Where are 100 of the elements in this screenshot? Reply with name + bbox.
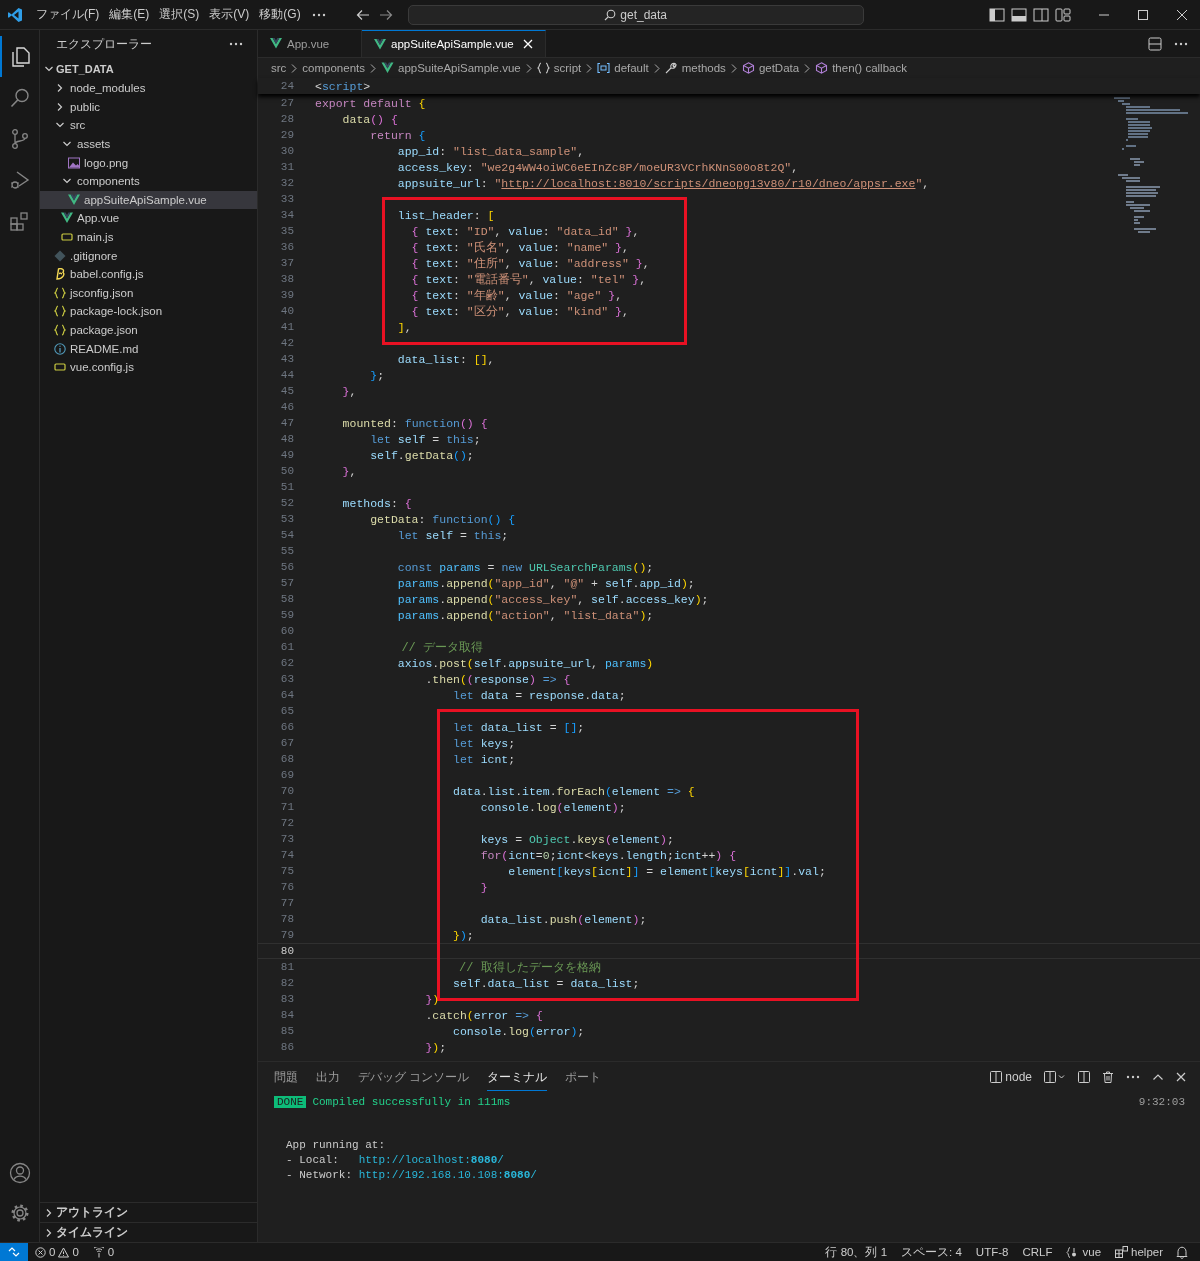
problems-indicator[interactable]: 0 0	[28, 1246, 86, 1258]
file-tree-item[interactable]: App.vue	[40, 209, 257, 228]
code-line: data.list.item.forEach(element => {	[452, 784, 695, 798]
terminal-link[interactable]: http://localhost:8080/	[358, 1153, 504, 1166]
close-icon[interactable]	[1176, 8, 1188, 21]
new-terminal-icon[interactable]	[1044, 1071, 1066, 1083]
code-line: self.data_list = data_list;	[452, 976, 640, 990]
line-number: 44	[279, 369, 294, 381]
back-arrow-icon[interactable]	[355, 8, 370, 21]
panel-tab[interactable]: 問題	[274, 1063, 298, 1091]
menu-item[interactable]: ファイル(F)	[31, 6, 105, 23]
language-mode[interactable]: vue	[1059, 1246, 1109, 1258]
search-field[interactable]: get_data	[407, 4, 864, 25]
more-icon[interactable]	[1126, 1075, 1140, 1079]
file-tree-item[interactable]: README.md	[40, 339, 257, 358]
chevron-icon	[525, 63, 532, 73]
chevron-up-icon[interactable]	[1152, 1073, 1164, 1081]
file-tree-item[interactable]: assets	[40, 134, 257, 154]
remote-icon	[8, 1246, 20, 1258]
close-icon[interactable]	[1176, 1072, 1186, 1082]
line-number: 50	[279, 465, 294, 477]
panel-layout-icon[interactable]	[1011, 7, 1027, 22]
braces-icon	[54, 286, 66, 299]
breadcrumb-item[interactable]: then() callback	[815, 62, 907, 74]
folder-header[interactable]: GET_DATA	[40, 59, 257, 79]
file-tree-item[interactable]: .gitignore	[40, 246, 257, 265]
line-number: 49	[279, 449, 294, 461]
file-tree-item[interactable]: node_modules	[40, 79, 257, 98]
breadcrumb-item[interactable]: components	[302, 62, 365, 74]
cube-icon	[741, 62, 755, 74]
line-number: 79	[279, 929, 294, 941]
file-tree-item[interactable]: public	[40, 97, 257, 117]
menu-item[interactable]: 表示(V)	[204, 6, 255, 23]
line-number: 53	[279, 513, 294, 525]
code-line: .then((response) => {	[424, 672, 571, 686]
more-icon[interactable]	[311, 12, 326, 17]
trash-icon[interactable]	[1102, 1071, 1114, 1083]
code-line: })	[424, 992, 440, 1006]
breadcrumb-item[interactable]: default	[597, 62, 649, 74]
terminal-text: Compiled successfully in 111ms	[312, 1095, 511, 1108]
file-tree-item[interactable]: main.js	[40, 227, 257, 247]
more-icon[interactable]	[1174, 41, 1188, 46]
notification-bell-icon[interactable]	[1176, 1245, 1188, 1259]
breadcrumb-item[interactable]: script	[536, 62, 582, 74]
breadcrumb-item[interactable]: src	[271, 62, 287, 74]
terminal-selector[interactable]: node	[990, 1070, 1032, 1084]
panel-tab[interactable]: ポート	[565, 1063, 602, 1091]
code-line: });	[424, 1040, 447, 1054]
sidebar-section-header[interactable]: アウトライン	[40, 1202, 257, 1222]
maximize-icon[interactable]	[1137, 8, 1149, 21]
breadcrumb-item[interactable]: appSuiteApiSample.vue	[381, 62, 521, 74]
split-layout-icon[interactable]	[1033, 7, 1049, 22]
ports-indicator[interactable]: 0	[85, 1246, 122, 1258]
status-item[interactable]: UTF-8	[968, 1246, 1016, 1258]
code-line: return {	[369, 128, 426, 142]
remote-button[interactable]	[0, 1243, 28, 1261]
line-number: 85	[279, 1025, 294, 1037]
editor-tab[interactable]: appSuiteApiSample.vue	[362, 30, 546, 57]
status-item[interactable]: スペース: 4	[894, 1244, 969, 1260]
panel-tab[interactable]: デバッグ コンソール	[358, 1063, 470, 1091]
file-tree-item[interactable]: logo.png	[40, 153, 257, 172]
file-tree-item[interactable]: package.json	[40, 320, 257, 340]
file-tree-item[interactable]: components	[40, 171, 257, 191]
line-number: 34	[279, 209, 294, 221]
line-number: 39	[279, 289, 294, 301]
terminal-link[interactable]: http://192.168.10.108:8080/	[358, 1168, 537, 1181]
line-number: 55	[279, 545, 294, 557]
line-number: 33	[279, 193, 294, 205]
file-tree-item[interactable]: src	[40, 116, 257, 135]
chevron-icon	[586, 63, 593, 73]
chevron-icon	[291, 63, 298, 73]
file-tree-item[interactable]: package-lock.json	[40, 302, 257, 321]
sidebar-layout-icon[interactable]	[989, 7, 1005, 22]
terminal-time: 9:32:03	[1138, 1095, 1185, 1108]
diamond-icon	[54, 249, 66, 262]
menu-item[interactable]: 選択(S)	[154, 6, 205, 23]
layout-grid-icon[interactable]	[1055, 7, 1071, 22]
split-editor-icon[interactable]	[1148, 36, 1162, 51]
menu-item[interactable]: 編集(E)	[104, 6, 155, 23]
more-icon[interactable]	[229, 42, 243, 46]
forward-arrow-icon[interactable]	[378, 8, 393, 21]
file-tree-item[interactable]: vue.config.js	[40, 357, 257, 377]
file-tree-item[interactable]: jsconfig.json	[40, 283, 257, 303]
menu-item[interactable]: 移動(G)	[254, 6, 306, 23]
file-tree-item[interactable]: babel.config.js	[40, 264, 257, 284]
line-number: 37	[279, 257, 294, 269]
account-icon[interactable]	[8, 1162, 31, 1184]
variable-icon	[597, 62, 611, 74]
split-terminal-icon[interactable]	[1078, 1071, 1090, 1083]
status-item[interactable]: 行 80、列 1	[818, 1244, 895, 1260]
terminal-text: - Local:	[286, 1153, 340, 1166]
line-number: 59	[279, 609, 294, 621]
file-tree-item[interactable]: appSuiteApiSample.vue	[40, 190, 257, 210]
helper-item[interactable]: helper	[1108, 1246, 1170, 1258]
breadcrumb-item[interactable]: getData	[741, 62, 800, 74]
code-line: { text: "年齢", value: "age" },	[410, 287, 623, 303]
panel-tab[interactable]: 出力	[316, 1063, 340, 1091]
status-item[interactable]: CRLF	[1015, 1246, 1060, 1258]
panel-tab[interactable]: ターミナル	[487, 1063, 548, 1091]
breadcrumb-item[interactable]: methods	[664, 62, 726, 74]
